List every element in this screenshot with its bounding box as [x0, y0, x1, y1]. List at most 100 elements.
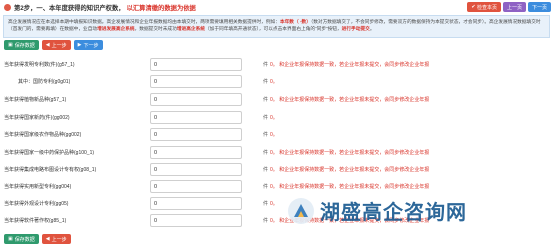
arrow-left-icon: ◀	[45, 42, 50, 48]
field-unit: 件	[263, 218, 269, 224]
form-row: 当年获得发明专利数(件)(g57_1) 件0。 和企业年报保持数据一致，若企业年…	[0, 58, 553, 72]
field-label: 当年获得软件著作权(g85_1)	[4, 218, 67, 224]
form-row: 当年获得集成电路布图设计专有权(g08_1) 件0。 和企业年报保持数据一致，若…	[0, 163, 553, 177]
crop-variety-input[interactable]	[150, 128, 242, 141]
invention-patent-input[interactable]	[150, 58, 242, 71]
notice-text-3: 业自动	[83, 26, 98, 31]
field-hint-text: 0。	[270, 115, 278, 121]
field-hint-text: 0。	[270, 132, 278, 138]
page: 第2步，一、本年度获得的知识产权数， 以汇算清缴的数据为依据 ✔ 检查本页 上一…	[0, 0, 553, 249]
arrow-right-icon: ▶	[77, 42, 82, 48]
notice-highlight-2: 增进发展高企系统	[97, 26, 135, 31]
notice-text-6: 。	[369, 26, 375, 31]
field-label: 当年获得集成电路布图设计专有权(g08_1)	[4, 167, 97, 173]
field-unit: 件	[263, 132, 269, 138]
field-label: 当年获得国家一级中药保护品种(g100_1)	[4, 150, 95, 156]
utility-model-input[interactable]	[150, 180, 242, 193]
field-label: 当年获得发明专利数(件)(g57_1)	[4, 62, 75, 68]
info-notice: 高企发展情况应在本选择本期中填报知识数据。高企发展情况和企业年报数据均由本填交时…	[3, 15, 550, 38]
prev-step-button-bottom[interactable]: ◀ 上一步	[41, 234, 71, 244]
field-hint: 件 0。	[263, 78, 278, 85]
field-hint: 件 0。 和企业年报保持数据一致，若企业年报未提交，会同步修改企业年报	[263, 61, 429, 68]
top-button-row: ▣ 保存数据 ◀ 上一步 ▶ 下一步	[4, 40, 103, 50]
notice-highlight-1: 本年数（ -数）	[279, 19, 311, 24]
field-hint-text: 0。	[270, 79, 278, 85]
field-hint-text: 0。 和企业年报保持数据一致，若企业年报未提交，会同步修改企业年报	[270, 62, 430, 68]
save-icon: ▣	[8, 236, 13, 242]
check-page-label: 检查本页	[476, 4, 497, 11]
field-unit: 件	[263, 184, 269, 190]
step-title: 第2步，一、本年度获得的知识产权数，	[14, 5, 125, 12]
save-button[interactable]: ▣ 保存数据	[4, 40, 39, 50]
field-hint-text: 0。 和企业年报保持数据一致，若企业年报未提交，会同步修改企业年报	[270, 167, 430, 173]
notice-text-1: 高企发展情况应在本选择本期中填报知识数据。高企发展情况和企业年报数据均由本填交时…	[8, 19, 280, 24]
save-button-bottom[interactable]: ▣ 保存数据	[4, 234, 39, 244]
field-unit: 件	[263, 62, 269, 68]
step-hint: 以汇算清缴的数据为依据	[126, 5, 196, 12]
bottom-button-row: ▣ 保存数据 ◀ 上一步	[4, 234, 71, 244]
save-icon: ▣	[8, 42, 13, 48]
prev-step-label: 上一步	[51, 236, 67, 243]
field-hint-text: 0。 和企业年报保持数据一致，若企业年报未提交，会同步修改企业年报	[270, 150, 430, 156]
notice-highlight-4: 进行手动提交	[341, 26, 370, 31]
software-copyright-input[interactable]	[150, 214, 242, 227]
field-unit: 件	[263, 201, 269, 207]
check-page-button[interactable]: ✔ 检查本页	[467, 2, 501, 12]
field-hint: 件 0。 和企业年报保持数据一致，若企业年报未提交，会同步修改企业年报	[263, 166, 429, 173]
field-label: 当年获得外观设计专利(gg05)	[4, 201, 69, 207]
header-actions: ✔ 检查本页 上一页 下一页	[467, 2, 551, 12]
field-unit: 件	[263, 167, 269, 173]
design-patent-input[interactable]	[150, 197, 242, 210]
field-unit: 件	[263, 150, 269, 156]
tcm-protection-input[interactable]	[150, 146, 242, 159]
previous-page-button[interactable]: 上一页	[502, 2, 526, 12]
field-hint: 件 0。 和企业年报保持数据一致，若企业年报未提交，会同步修改企业年报	[263, 149, 429, 156]
form-row: 当年获得国家新药(件)(gg002) 件0。	[0, 111, 553, 125]
notice-highlight-3: 增进高企系统	[176, 26, 205, 31]
save-label: 保存数据	[14, 236, 35, 243]
field-hint-text: 0。 和企业年报保持数据一致，若企业年报未提交，会同步修改企业年报	[270, 97, 430, 103]
next-page-button[interactable]: 下一页	[527, 2, 551, 12]
field-unit: 件	[263, 115, 269, 121]
previous-page-label: 上一页	[506, 4, 522, 11]
watermark: 湖盛高企咨询网	[288, 196, 467, 225]
form-row: 当年获得植物新品种(g57_1) 件0。 和企业年报保持数据一致，若企业年报未提…	[0, 93, 553, 107]
field-hint: 件 0。	[263, 131, 278, 138]
form-row: 当年获得外观设计专利(gg05) 件0。	[0, 197, 553, 211]
defense-patent-input[interactable]	[150, 75, 242, 88]
form-row: 当年获得国家级农作物品种(gg002) 件0。	[0, 128, 553, 142]
prev-step-label: 上一步	[51, 42, 67, 49]
field-label: 当年获得植物新品种(g57_1)	[4, 97, 67, 103]
watermark-text: 湖盛高企咨询网	[320, 200, 467, 224]
save-label: 保存数据	[14, 42, 35, 49]
arrow-left-icon: ◀	[45, 236, 50, 242]
field-hint-text: 0。 和企业年报保持数据一致，若企业年报未提交，会同步修改企业年报	[270, 184, 430, 190]
form-row: 其中：国防专利(g0g01) 件0。	[0, 75, 553, 89]
ic-layout-input[interactable]	[150, 163, 242, 176]
next-page-label: 下一页	[531, 4, 547, 11]
field-hint-text: 0。	[270, 201, 278, 207]
notice-text-4: ，数据提交时未成功	[134, 26, 177, 31]
step-header: 第2步，一、本年度获得的知识产权数， 以汇算清缴的数据为依据 ✔ 检查本页 上一…	[0, 0, 553, 15]
next-step-button[interactable]: ▶ 下一步	[73, 40, 103, 50]
form-row: 当年获得软件著作权(g85_1) 件0。 和企业年报保持数据一致，若企业年报未提…	[0, 214, 553, 228]
field-hint: 件 0。 和企业年报保持数据一致，若企业年报未提交，会同步修改企业年报	[263, 183, 429, 190]
plant-variety-input[interactable]	[150, 93, 242, 106]
field-label: 当年获得国家级农作物品种(gg002)	[4, 132, 82, 138]
notice-text-5: （加于同年填高开通状态），可以点击本界面右上角的“同步”按钮，	[204, 26, 342, 31]
form-row: 当年获得国家一级中药保护品种(g100_1) 件0。 和企业年报保持数据一致，若…	[0, 146, 553, 160]
new-drug-input[interactable]	[150, 111, 242, 124]
form-row: 当年获得实用新型专利(gg004) 件0。 和企业年报保持数据一致，若企业年报未…	[0, 180, 553, 194]
field-unit: 件	[263, 79, 269, 85]
field-unit: 件	[263, 97, 269, 103]
prev-step-button[interactable]: ◀ 上一步	[41, 40, 71, 50]
field-label: 当年获得国家新药(件)(gg002)	[4, 115, 70, 121]
next-step-label: 下一步	[83, 42, 99, 49]
field-hint: 件 0。 和企业年报保持数据一致，若企业年报未提交，会同步修改企业年报	[263, 96, 429, 103]
field-hint: 件 0。	[263, 114, 278, 121]
field-label: 其中：国防专利(g0g01)	[18, 79, 71, 85]
field-hint: 件 0。	[263, 200, 278, 207]
field-label: 当年获得实用新型专利(gg004)	[4, 184, 72, 190]
step-icon	[4, 4, 11, 11]
watermark-logo-icon	[288, 197, 314, 224]
